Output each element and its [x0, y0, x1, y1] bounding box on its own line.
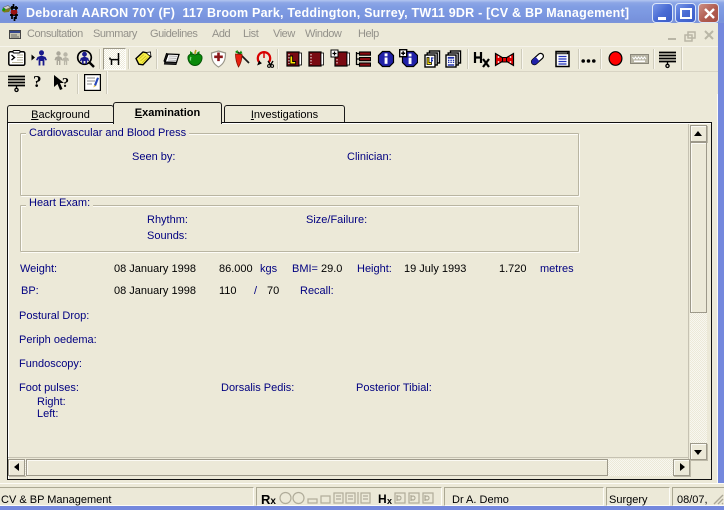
svg-text:?: ?	[62, 76, 69, 91]
svg-text:H: H	[378, 492, 387, 505]
svg-text:x: x	[387, 496, 392, 505]
